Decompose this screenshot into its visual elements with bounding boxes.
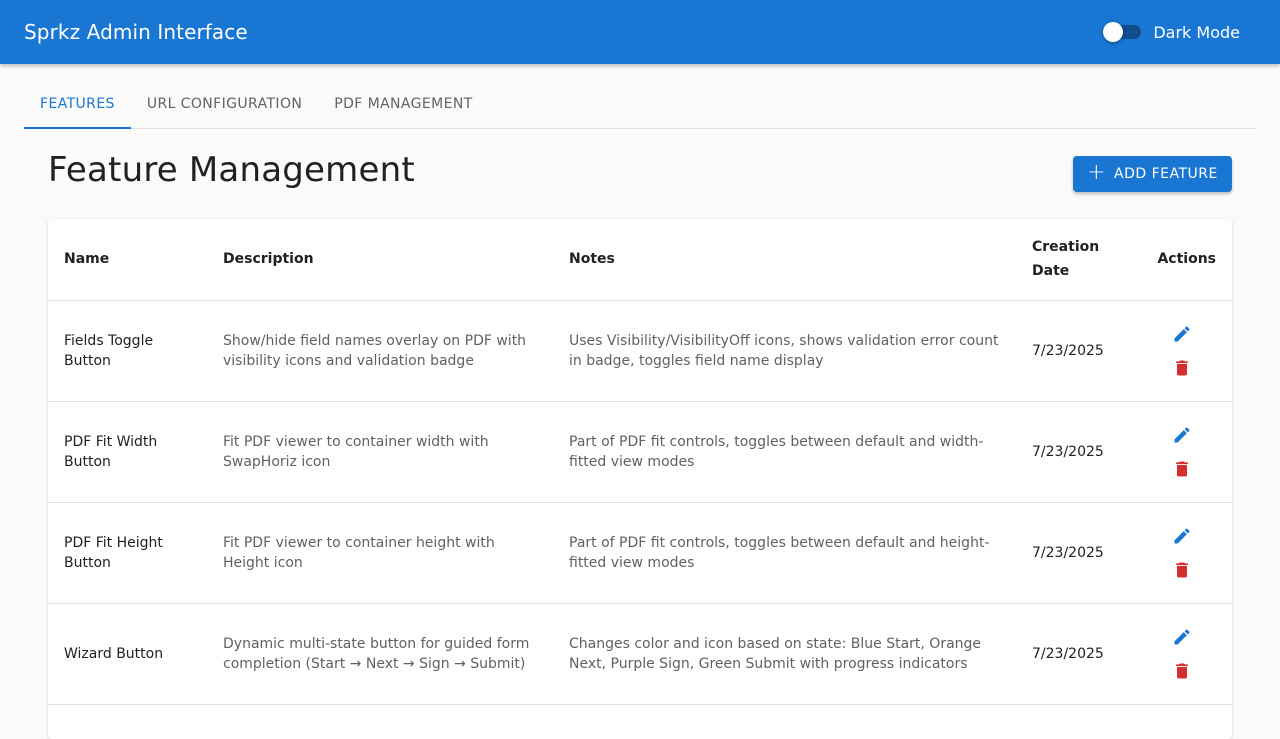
tab-pdf-management[interactable]: PDF MANAGEMENT [318,80,488,128]
feature-description: Show/hide field names overlay on PDF wit… [207,300,553,402]
feature-actions [1140,401,1232,503]
feature-description: Fit PDF viewer to container height with … [207,502,553,604]
tab-url-configuration[interactable]: URL CONFIGURATION [131,80,318,128]
table-row: PDF Fit Height Button Fit PDF viewer to … [48,502,1232,604]
column-header-description: Description [207,219,553,301]
dark-mode-control: Dark Mode [1103,22,1240,42]
feature-description: Dynamic multi-state button for guided fo… [207,603,553,705]
column-header-creation-date: Creation Date [1016,219,1140,301]
feature-name: PDF Fit Height Button [48,502,207,604]
feature-creation-date: 7/23/2025 [1016,401,1140,503]
delete-icon[interactable] [1170,356,1194,380]
delete-icon[interactable] [1170,457,1194,481]
features-table: Name Description Notes Creation Date Act… [48,219,1232,705]
feature-name: PDF Fit Width Button [48,401,207,503]
feature-notes: Part of PDF fit controls, toggles betwee… [553,401,1016,503]
feature-creation-date: 7/23/2025 [1016,502,1140,604]
tab-features[interactable]: FEATURES [24,80,131,129]
feature-name: Fields Toggle Button [48,300,207,402]
table-row: Fields Toggle Button Show/hide field nam… [48,300,1232,402]
plus-icon: + [1087,160,1107,185]
edit-icon[interactable] [1170,524,1194,548]
edit-icon[interactable] [1170,625,1194,649]
table-body: Fields Toggle Button Show/hide field nam… [48,300,1232,705]
table-row: Wizard Button Dynamic multi-state button… [48,603,1232,705]
feature-description: Fit PDF viewer to container width with S… [207,401,553,503]
table-header: Name Description Notes Creation Date Act… [48,219,1232,301]
column-header-notes: Notes [553,219,1016,301]
feature-actions [1140,502,1232,604]
delete-icon[interactable] [1170,558,1194,582]
column-header-name: Name [48,219,207,301]
feature-actions [1140,300,1232,402]
feature-notes: Part of PDF fit controls, toggles betwee… [553,502,1016,604]
feature-notes: Uses Visibility/VisibilityOff icons, sho… [553,300,1016,402]
edit-icon[interactable] [1170,423,1194,447]
app-title: Sprkz Admin Interface [24,20,248,44]
dark-mode-toggle[interactable] [1103,22,1142,42]
tab-bar: FEATURES URL CONFIGURATION PDF MANAGEMEN… [24,80,1256,129]
feature-creation-date: 7/23/2025 [1016,603,1140,705]
edit-icon[interactable] [1170,322,1194,346]
features-table-card: Name Description Notes Creation Date Act… [48,219,1232,739]
feature-actions [1140,603,1232,705]
add-feature-button[interactable]: + ADD FEATURE [1073,156,1232,192]
feature-notes: Changes color and icon based on state: B… [553,603,1016,705]
add-feature-label: ADD FEATURE [1114,166,1218,182]
delete-icon[interactable] [1170,659,1194,683]
feature-name: Wizard Button [48,603,207,705]
dark-mode-label: Dark Mode [1153,22,1240,42]
feature-creation-date: 7/23/2025 [1016,300,1140,402]
table-row: PDF Fit Width Button Fit PDF viewer to c… [48,401,1232,503]
page-title: Feature Management [48,150,415,190]
app-bar: Sprkz Admin Interface Dark Mode [0,0,1280,64]
column-header-actions: Actions [1140,219,1232,301]
toggle-thumb [1103,22,1124,42]
